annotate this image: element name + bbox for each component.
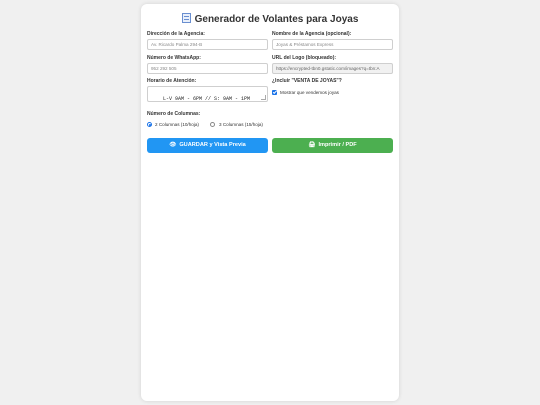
whatsapp-input[interactable]: 952 292 505: [147, 63, 268, 74]
print-pdf-label: Imprimir / PDF: [318, 142, 357, 148]
columns-label: Número de Columnas:: [147, 111, 201, 117]
hours-value: L-V 9AM - 6PM // S: 9AM - 1PM: [163, 96, 251, 102]
agency-name-placeholder: Joyas & Préstamos Express: [276, 42, 334, 47]
include-jewelry-label: ¿Incluir "VENTA DE JOYAS"?: [272, 78, 342, 84]
generator-card: Generador de Volantes para Joyas Direcci…: [141, 4, 399, 401]
printer-icon: 🖨: [308, 142, 316, 148]
agency-name-label: Nombre de la Agencia (opcional):: [272, 31, 352, 37]
logo-url-input: https://encrypted-tbn0.gstatic.com/image…: [272, 63, 393, 74]
eye-icon: 👁: [169, 142, 177, 148]
whatsapp-placeholder: 952 292 505: [151, 66, 177, 71]
resize-handle-icon[interactable]: [261, 95, 266, 100]
columns-radio-2[interactable]: [147, 122, 152, 127]
logo-url-value: https://encrypted-tbn0.gstatic.com/image…: [276, 66, 380, 71]
whatsapp-label: Número de WhatsApp:: [147, 55, 201, 61]
print-pdf-button[interactable]: 🖨 Imprimir / PDF: [272, 138, 393, 153]
columns-option-3-label[interactable]: 3 Columnas (15/hoja): [219, 122, 263, 127]
agency-name-input[interactable]: Joyas & Préstamos Express: [272, 39, 393, 50]
address-placeholder: Av. Ricardo Palma 294-B: [151, 42, 203, 47]
page-title-text: Generador de Volantes para Joyas: [194, 14, 359, 25]
document-icon: [181, 13, 191, 23]
hours-label: Horario de Atención:: [147, 78, 197, 84]
hours-textarea[interactable]: L-V 9AM - 6PM // S: 9AM - 1PM: [147, 86, 268, 102]
include-jewelry-checkbox-label[interactable]: Mostrar que vendemos joyas: [280, 90, 339, 95]
include-jewelry-checkbox[interactable]: [272, 90, 277, 95]
page-title: Generador de Volantes para Joyas: [141, 13, 399, 25]
address-input[interactable]: Av. Ricardo Palma 294-B: [147, 39, 268, 50]
save-preview-button[interactable]: 👁 GUARDAR y Vista Previa: [147, 138, 268, 153]
columns-radio-3[interactable]: [210, 122, 215, 127]
columns-option-2-label[interactable]: 2 Columnas (10/hoja): [155, 122, 199, 127]
address-label: Dirección de la Agencia:: [147, 31, 205, 37]
logo-url-label: URL del Logo (bloqueado):: [272, 55, 337, 61]
save-preview-label: GUARDAR y Vista Previa: [179, 142, 246, 148]
